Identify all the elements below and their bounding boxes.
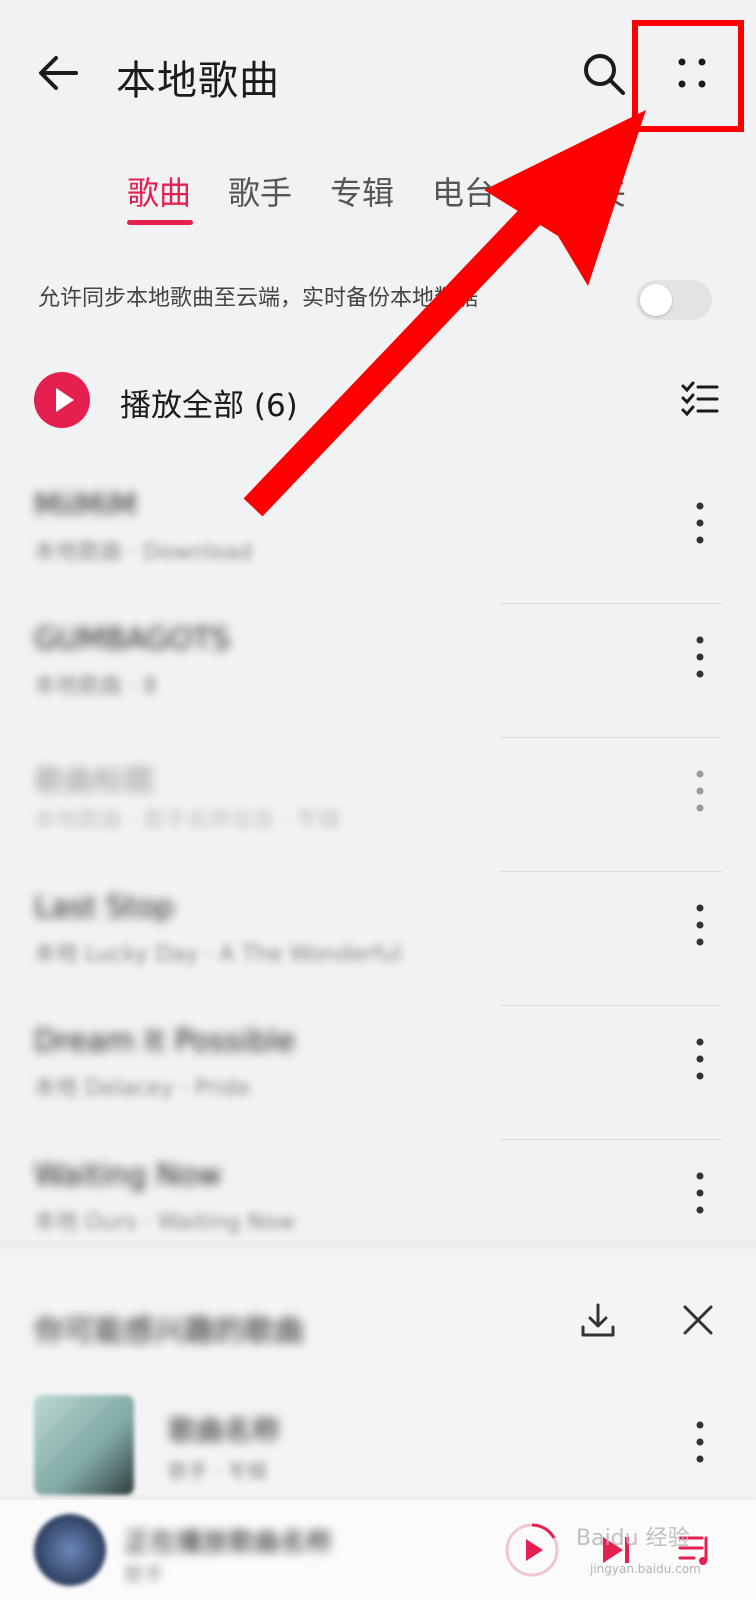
search-icon[interactable] xyxy=(580,50,628,98)
download-icon[interactable] xyxy=(578,1300,618,1340)
song-name: 歌曲标题 xyxy=(34,764,154,799)
vertical-more-icon[interactable] xyxy=(690,766,710,816)
tab-songs[interactable]: 歌曲 xyxy=(127,168,191,214)
song-meta: 本地歌曲 · 8 xyxy=(34,674,157,699)
play-icon[interactable] xyxy=(34,372,90,428)
watermark-url: jingyan.baidu.com xyxy=(590,1562,701,1576)
annotation-highlight-box xyxy=(632,20,744,132)
toggle-knob xyxy=(640,284,672,316)
vertical-more-icon[interactable] xyxy=(690,1168,710,1218)
song-row[interactable]: Dream It Possible 本地 Delacey · Pride xyxy=(0,1006,756,1140)
song-name: MiiMiM xyxy=(34,488,137,523)
recommend-item-title: 歌曲名称 xyxy=(168,1414,281,1447)
now-playing-subtitle: 歌手 xyxy=(124,1562,164,1586)
close-icon[interactable] xyxy=(680,1302,716,1338)
tab-bar: 歌曲 歌手 专辑 电台 夹 xyxy=(0,168,756,228)
song-meta: 本地 Ours · Waiting Now xyxy=(34,1210,296,1235)
tab-radio[interactable]: 电台 xyxy=(432,168,496,214)
now-playing-title: 正在播放歌曲名称 xyxy=(124,1528,333,1558)
album-cover xyxy=(34,1395,134,1495)
back-arrow-icon[interactable] xyxy=(34,48,84,98)
tab-albums[interactable]: 专辑 xyxy=(330,168,394,214)
vertical-more-icon[interactable] xyxy=(690,1417,710,1467)
vertical-more-icon[interactable] xyxy=(690,498,710,548)
song-row[interactable]: MiiMiM 本地歌曲 · Download xyxy=(0,470,756,604)
tab-folders[interactable]: 夹 xyxy=(594,168,626,214)
multi-select-icon[interactable] xyxy=(680,378,720,418)
play-all-row[interactable]: 播放全部 (6) xyxy=(0,372,756,432)
play-all-label: 播放全部 (6) xyxy=(120,388,298,424)
vertical-more-icon[interactable] xyxy=(690,1034,710,1084)
active-tab-indicator xyxy=(127,220,193,225)
song-meta: 本地歌曲 · 歌手名称信息 · 专辑 xyxy=(34,808,340,833)
panel-shadow xyxy=(0,1240,756,1260)
song-meta: 本地 Delacey · Pride xyxy=(34,1076,251,1101)
song-name: Dream It Possible xyxy=(34,1024,296,1059)
vertical-more-icon[interactable] xyxy=(690,900,710,950)
song-name: Waiting Now xyxy=(34,1158,222,1193)
song-row[interactable]: 歌曲标题 本地歌曲 · 歌手名称信息 · 专辑 xyxy=(0,738,756,872)
cloud-sync-toggle[interactable] xyxy=(636,280,712,320)
song-meta: 本地歌曲 · Download xyxy=(34,540,253,565)
song-meta: 本地 Lucky Day · A The Wonderful xyxy=(34,942,402,967)
play-pause-icon[interactable] xyxy=(504,1522,560,1578)
recommend-item-meta: 歌手 · 专辑 xyxy=(168,1459,268,1483)
recommend-panel-title: 你可能感兴趣的歌曲 xyxy=(34,1314,304,1349)
watermark: Baidu 经验 xyxy=(576,1526,690,1551)
vertical-more-icon[interactable] xyxy=(690,632,710,682)
recommend-item[interactable]: 歌曲名称 歌手 · 专辑 xyxy=(0,1395,756,1505)
now-playing-cover xyxy=(34,1514,106,1586)
song-row[interactable]: Last Stop 本地 Lucky Day · A The Wonderful xyxy=(0,872,756,1006)
song-row[interactable]: GUMBAGOTS 本地歌曲 · 8 xyxy=(0,604,756,738)
song-list: MiiMiM 本地歌曲 · Download GUMBAGOTS 本地歌曲 · … xyxy=(0,470,756,1274)
song-name: GUMBAGOTS xyxy=(34,622,230,657)
song-name: Last Stop xyxy=(34,890,175,925)
cloud-sync-label: 允许同步本地歌曲至云端，实时备份本地数据 xyxy=(38,286,479,311)
tab-artists[interactable]: 歌手 xyxy=(228,168,292,214)
page-title: 本地歌曲 xyxy=(116,58,280,104)
